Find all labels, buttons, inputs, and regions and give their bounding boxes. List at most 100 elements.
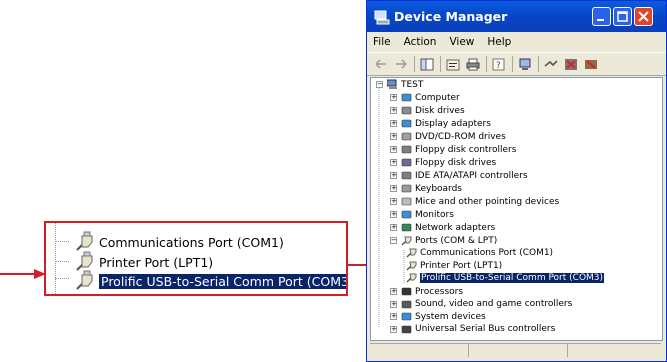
expand-toggle[interactable]: + <box>390 325 397 333</box>
status-pane <box>568 344 660 357</box>
help-icon: ? <box>492 58 505 71</box>
sound-icon <box>401 300 412 308</box>
tree-item-label: System devices <box>415 311 486 322</box>
print-button[interactable] <box>465 56 481 72</box>
tree-guide-tick <box>55 261 69 262</box>
network-adapter-icon <box>401 223 412 232</box>
device-manager-window: Device Manager File Action View Help ? −… <box>366 0 667 362</box>
expand-toggle[interactable]: + <box>390 185 397 192</box>
tree-item-keyboards[interactable]: + Keyboards <box>390 182 462 195</box>
tree-item-label: Computer <box>415 92 460 103</box>
expand-toggle[interactable]: + <box>390 120 397 127</box>
update-driver-button[interactable] <box>543 56 559 72</box>
help-button[interactable]: ? <box>491 56 507 72</box>
collapse-toggle[interactable]: − <box>376 81 383 88</box>
floppy-drive-icon <box>401 158 412 167</box>
tree-item-network-adapters[interactable]: + Network adapters <box>390 221 495 234</box>
maximize-icon <box>617 11 628 22</box>
tree-item-display-adapters[interactable]: + Display adapters <box>390 117 491 130</box>
disk-drive-icon <box>401 106 412 115</box>
collapse-toggle[interactable]: − <box>390 237 397 244</box>
tree-item-disk-drives[interactable]: + Disk drives <box>390 104 465 117</box>
expand-toggle[interactable]: + <box>390 172 397 179</box>
expand-toggle[interactable]: + <box>390 288 397 295</box>
status-pane <box>469 344 568 357</box>
tree-item-system-devices[interactable]: + System devices <box>390 310 486 323</box>
tree-item-dvd-cd-rom-drives[interactable]: + DVD/CD-ROM drives <box>390 130 506 143</box>
scan-hardware-button[interactable] <box>517 56 533 72</box>
expand-toggle[interactable]: + <box>390 211 397 218</box>
tree-item-floppy-disk-drives[interactable]: + Floppy disk drives <box>390 156 496 169</box>
tree-guide-tick <box>55 241 69 242</box>
expand-toggle[interactable]: + <box>390 146 397 153</box>
tree-item-label: Mice and other pointing devices <box>415 196 560 207</box>
expand-toggle[interactable]: + <box>390 133 397 140</box>
expand-toggle[interactable]: + <box>390 159 397 166</box>
back-arrow-icon <box>375 59 386 69</box>
tree-item-label: Processors <box>415 286 464 297</box>
tree-item-universal-serial-bus-controllers[interactable]: + Universal Serial Bus controllers <box>390 323 555 336</box>
tree-item-sound-video-and-game-controllers[interactable]: + Sound, video and game controllers <box>390 298 572 311</box>
menu-file[interactable]: File <box>373 36 391 48</box>
tree-item-label: Keyboards <box>415 183 462 194</box>
toolbar-separator <box>440 56 441 72</box>
expand-toggle[interactable]: + <box>390 300 397 308</box>
tree-item-floppy-disk-controllers[interactable]: + Floppy disk controllers <box>390 143 516 156</box>
toolbar-separator <box>414 56 415 72</box>
expand-toggle[interactable]: + <box>390 107 397 114</box>
callout-item-com3: Prolific USB-to-Serial Comm Port (COM3) <box>74 269 346 293</box>
computer-icon <box>387 79 397 89</box>
port-connector-icon <box>406 248 417 258</box>
cdrom-icon <box>401 132 412 141</box>
tree-item-label: DVD/CD-ROM drives <box>415 131 506 142</box>
zoom-callout: Communications Port (COM1) Printer Port … <box>44 221 348 296</box>
pointer-arrow-left <box>0 269 46 279</box>
uninstall-button[interactable] <box>563 56 579 72</box>
expand-toggle[interactable]: + <box>390 198 397 205</box>
toolbar-separator <box>512 56 513 72</box>
expand-toggle[interactable]: + <box>390 94 397 101</box>
menu-bar: File Action View Help <box>367 32 666 52</box>
device-manager-icon <box>374 10 390 24</box>
menu-action[interactable]: Action <box>404 36 437 48</box>
show-hide-tree-button[interactable] <box>419 56 435 72</box>
console-tree-icon <box>420 58 434 70</box>
maximize-button[interactable] <box>613 7 632 26</box>
usb-icon <box>401 325 412 333</box>
port-connector-icon <box>406 273 417 283</box>
tree-item-label: Floppy disk controllers <box>415 144 517 155</box>
minimize-button[interactable] <box>592 7 611 26</box>
tree-item-processors[interactable]: + Processors <box>390 285 463 298</box>
tree-item-label: Monitors <box>415 209 454 220</box>
ide-controller-icon <box>401 171 412 180</box>
tree-item-computer[interactable]: + Computer <box>390 91 460 104</box>
mouse-icon <box>401 197 412 206</box>
tree-item-monitors[interactable]: + Monitors <box>390 208 454 221</box>
tree-item-ide-ata-atapi-controllers[interactable]: + IDE ATA/ATAPI controllers <box>390 169 528 182</box>
back-button[interactable] <box>373 56 389 72</box>
tree-item-com3-selected[interactable]: Prolific USB-to-Serial Comm Port (COM3) <box>406 271 605 284</box>
device-tree[interactable]: − TEST − Ports (COM & LPT) Communication… <box>370 77 663 341</box>
close-button[interactable] <box>634 7 653 26</box>
menu-view[interactable]: View <box>449 36 474 48</box>
tree-item-com1[interactable]: Communications Port (COM1) <box>406 246 553 259</box>
tree-item-mice-and-other-pointing-devices[interactable]: + Mice and other pointing devices <box>390 195 559 208</box>
system-devices-icon <box>401 312 412 321</box>
svg-text:?: ? <box>496 61 501 71</box>
disable-button[interactable] <box>583 56 599 72</box>
port-connector-icon <box>406 261 417 271</box>
update-driver-icon <box>544 59 558 67</box>
computer-icon <box>401 93 412 102</box>
forward-button[interactable] <box>393 56 409 72</box>
scan-hardware-icon <box>519 58 531 70</box>
toolbar-separator <box>486 56 487 72</box>
disable-device-icon <box>585 59 597 69</box>
tree-item-label: Disk drives <box>415 105 465 116</box>
properties-button[interactable] <box>445 56 461 72</box>
menu-help[interactable]: Help <box>487 36 511 48</box>
title-bar[interactable]: Device Manager <box>367 1 666 32</box>
expand-toggle[interactable]: + <box>390 224 397 231</box>
tree-item-label: Universal Serial Bus controllers <box>415 324 556 334</box>
tree-root[interactable]: − TEST <box>376 78 423 91</box>
expand-toggle[interactable]: + <box>390 313 397 320</box>
